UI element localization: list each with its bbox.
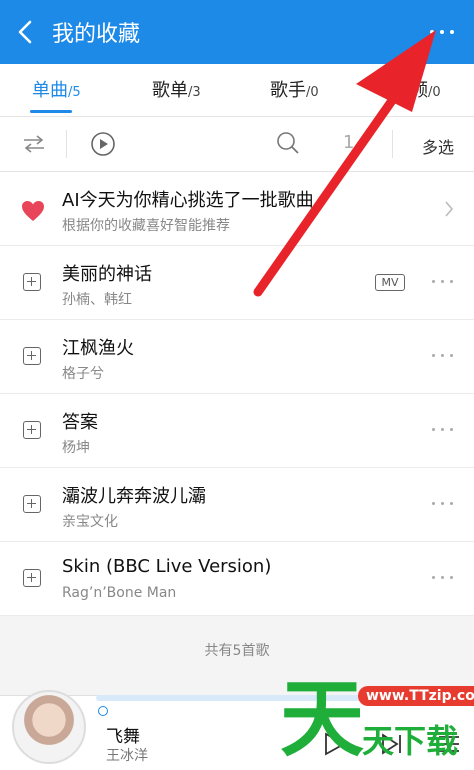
chevron-right-icon: [445, 201, 454, 217]
song-more-icon[interactable]: [432, 427, 454, 433]
recommend-title: AI今天为你精心挑选了一批歌曲: [62, 190, 314, 211]
tab-bar: 单曲/5 歌单/3 歌手/0 频/0: [0, 64, 474, 116]
player-song-title: 飞舞: [106, 727, 140, 747]
album-cover[interactable]: [12, 690, 86, 764]
song-row[interactable]: Skin (BBC Live Version) Rag’n’Bone Man: [0, 542, 474, 616]
song-artist: Rag’n’Bone Man: [62, 585, 177, 601]
song-artist: 孙楠、韩红: [62, 292, 132, 308]
partial-label: 1: [343, 132, 355, 153]
add-icon[interactable]: [23, 495, 41, 513]
song-more-icon[interactable]: [432, 279, 454, 285]
song-name: 美丽的神话: [62, 264, 152, 285]
back-arrow-icon[interactable]: [14, 18, 40, 46]
song-row[interactable]: 美丽的神话 孙楠、韩红 MV: [0, 246, 474, 320]
add-icon[interactable]: [23, 347, 41, 365]
heart-icon: [22, 201, 44, 221]
song-more-icon[interactable]: [432, 353, 454, 359]
sort-icon[interactable]: [22, 133, 46, 155]
watermark-text: 天下载: [362, 722, 459, 760]
song-row[interactable]: 江枫渔火 格子兮: [0, 320, 474, 394]
search-icon[interactable]: [276, 131, 300, 155]
song-name: 江枫渔火: [62, 338, 134, 359]
tab-active-indicator: [30, 110, 72, 113]
watermark-big-char: 天: [280, 670, 365, 768]
song-artist: 亲宝文化: [62, 514, 118, 530]
play-all-icon[interactable]: [90, 131, 116, 157]
watermark-url: www.TTzip.com: [358, 686, 474, 706]
ai-recommend-row[interactable]: AI今天为你精心挑选了一批歌曲 根据你的收藏喜好智能推荐: [0, 172, 474, 246]
recommend-subtitle: 根据你的收藏喜好智能推荐: [62, 218, 230, 234]
add-icon[interactable]: [23, 273, 41, 291]
tab-singers[interactable]: 歌手/0: [270, 76, 319, 102]
toolbar: 1 多选: [0, 117, 474, 172]
song-name: 答案: [62, 412, 98, 433]
tab-videos[interactable]: 频/0: [410, 76, 441, 102]
song-row[interactable]: 灞波儿奔奔波儿灞 亲宝文化: [0, 468, 474, 542]
site-watermark: 天 www.TTzip.com 天下载: [280, 670, 474, 768]
mv-badge[interactable]: MV: [375, 274, 405, 291]
progress-handle[interactable]: [98, 706, 108, 716]
player-artist: 王冰洋: [106, 748, 148, 764]
add-icon[interactable]: [23, 421, 41, 439]
song-row[interactable]: 答案 杨坤: [0, 394, 474, 468]
tab-songs[interactable]: 单曲/5: [32, 76, 81, 102]
more-options-icon[interactable]: [424, 20, 460, 44]
multi-select-button[interactable]: 多选: [422, 134, 454, 158]
song-more-icon[interactable]: [432, 575, 454, 581]
add-icon[interactable]: [23, 569, 41, 587]
song-count-footer: 共有5首歌: [204, 643, 270, 659]
song-name: 灞波儿奔奔波儿灞: [62, 486, 206, 507]
page-title: 我的收藏: [52, 22, 141, 47]
song-name: Skin (BBC Live Version): [62, 556, 272, 577]
app-header: 我的收藏: [0, 0, 474, 64]
song-artist: 杨坤: [62, 440, 90, 456]
song-artist: 格子兮: [62, 366, 104, 382]
song-list: AI今天为你精心挑选了一批歌曲 根据你的收藏喜好智能推荐 美丽的神话 孙楠、韩红…: [0, 172, 474, 616]
song-more-icon[interactable]: [432, 501, 454, 507]
tab-playlists[interactable]: 歌单/3: [152, 76, 201, 102]
